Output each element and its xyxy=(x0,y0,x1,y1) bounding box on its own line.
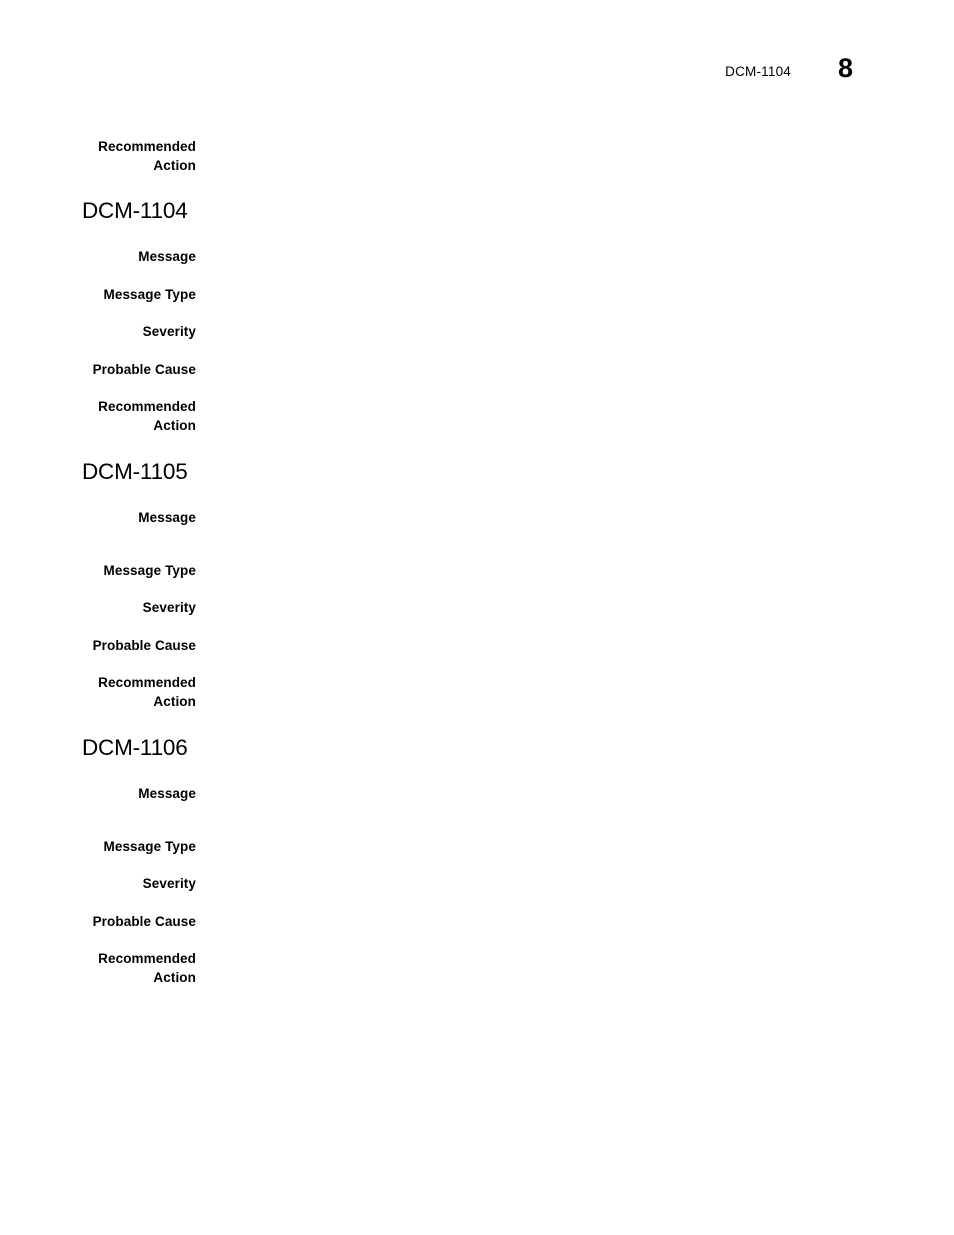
field-label-recommended-action-1: Recommended Action xyxy=(98,675,196,709)
field-label-message-type-2: Message Type xyxy=(103,839,196,854)
field-label-recommended-action-continued: Recommended Action xyxy=(98,139,196,173)
field-label-message-type-1: Message Type xyxy=(103,563,196,578)
field-label-message-1: Message xyxy=(138,510,196,525)
page-header: DCM-1104 8 xyxy=(0,0,954,110)
field-label-probable-cause-1: Probable Cause xyxy=(92,638,196,653)
field-label-severity-1: Severity xyxy=(142,600,196,615)
field-label-severity-2: Severity xyxy=(142,876,196,891)
field-label-probable-cause-0: Probable Cause xyxy=(92,362,196,377)
section-heading-dcm-1104: DCM-1104 xyxy=(82,198,188,223)
field-label-recommended-action-2: Recommended Action xyxy=(98,951,196,985)
page-number: 8 xyxy=(838,53,854,83)
section-heading-dcm-1106: DCM-1106 xyxy=(82,735,188,760)
section-heading-dcm-1105: DCM-1105 xyxy=(82,459,188,484)
field-label-recommended-action-0: Recommended Action xyxy=(98,399,196,433)
field-label-severity-0: Severity xyxy=(142,324,196,339)
field-label-message-0: Message xyxy=(138,249,196,264)
document-page: DCM-1104 8 Recommended Action DCM-1104 Mes… xyxy=(0,0,954,1235)
header-document-id: DCM-1104 xyxy=(725,64,791,79)
field-label-message-2: Message xyxy=(138,786,196,801)
field-label-message-type-0: Message Type xyxy=(103,287,196,302)
field-label-probable-cause-2: Probable Cause xyxy=(92,914,196,929)
